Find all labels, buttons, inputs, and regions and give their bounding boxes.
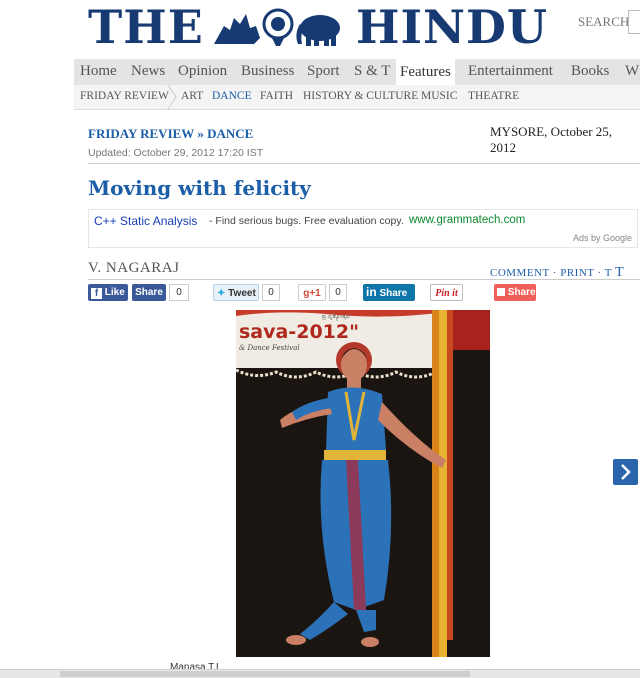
- nav-item-books[interactable]: Books: [571, 63, 609, 80]
- google-ad: C++ Static Analysis - Find serious bugs.…: [88, 209, 638, 248]
- scrollbar-thumb[interactable]: [60, 671, 470, 677]
- font-decrease-button[interactable]: T: [605, 267, 612, 279]
- linkedin-in-icon: in: [366, 285, 377, 299]
- google-plus-one-button[interactable]: g+1: [298, 284, 326, 301]
- breadcrumb-section-link[interactable]: FRIDAY REVIEW: [88, 126, 194, 141]
- masthead-logo[interactable]: THE HINDU: [88, 2, 558, 54]
- dancer-photo-illustration: sava-2012" ಪ್ರ ನೃತ್ಯೋತ್ಸವ & Dance Festiv…: [236, 310, 490, 657]
- banner-script-text: ಪ್ರ ನೃತ್ಯೋತ್ಸವ: [322, 313, 350, 321]
- masthead-word-left: THE: [88, 0, 204, 54]
- banner-subtitle-text: & Dance Festival: [239, 344, 300, 352]
- google-plus-count: 0: [329, 284, 347, 301]
- crest-emblem-icon: [214, 8, 340, 46]
- divider: [88, 279, 640, 280]
- nav-item-sport[interactable]: Sport: [307, 63, 340, 80]
- byline-author[interactable]: V. NAGARAJ: [88, 260, 179, 277]
- breadcrumb-subsection-link[interactable]: DANCE: [207, 126, 253, 141]
- subnav-item-friday-review[interactable]: FRIDAY REVIEW: [80, 90, 169, 102]
- next-article-button[interactable]: [613, 459, 638, 485]
- nav-item-business[interactable]: Business: [241, 63, 294, 80]
- nav-item-news[interactable]: News: [131, 63, 165, 80]
- facebook-like-button[interactable]: f Like: [88, 284, 128, 301]
- search-label: SEARCH: [578, 14, 630, 29]
- facebook-share-count: 0: [169, 284, 189, 301]
- subnav-item-faith[interactable]: FAITH: [260, 90, 293, 102]
- secondary-nav: FRIDAY REVIEW ART DANCE FAITH HISTORY & …: [74, 85, 640, 110]
- facebook-icon: f: [91, 288, 102, 299]
- addthis-share-button[interactable]: Share: [494, 284, 536, 301]
- primary-nav: Home News Opinion Business Sport S & T F…: [74, 59, 640, 85]
- twitter-bird-icon: ✦: [217, 288, 226, 299]
- breadcrumb-separator: »: [197, 126, 204, 141]
- dateline: MYSORE, October 25, 2012: [490, 124, 613, 155]
- ad-text: - Find serious bugs. Free evaluation cop…: [209, 215, 404, 227]
- ad-title-link[interactable]: C++ Static Analysis: [94, 214, 197, 228]
- share-icon: [497, 288, 505, 296]
- subnav-item-dance[interactable]: DANCE: [212, 90, 252, 102]
- masthead-word-right: HINDU: [356, 0, 549, 54]
- linkedin-share-button[interactable]: in Share: [363, 284, 415, 301]
- ads-by-google-link[interactable]: Ads by Google: [573, 233, 632, 243]
- pinterest-pin-it-button[interactable]: Pin it: [430, 284, 463, 301]
- nav-item-sci-tech[interactable]: S & T: [354, 63, 390, 80]
- tools-separator: ·: [552, 267, 557, 279]
- ad-url-link[interactable]: www.grammatech.com: [409, 214, 525, 226]
- nav-item-features[interactable]: Features: [396, 59, 455, 85]
- subnav-item-music[interactable]: MUSIC: [421, 90, 457, 102]
- breadcrumb: FRIDAY REVIEW » DANCE: [88, 126, 253, 142]
- tweet-count: 0: [262, 284, 280, 301]
- tools-separator: ·: [597, 267, 602, 279]
- subnav-item-art[interactable]: ART: [181, 90, 203, 102]
- search-input[interactable]: [628, 10, 640, 34]
- print-link[interactable]: PRINT: [560, 267, 594, 279]
- nav-item-entertainment[interactable]: Entertainment: [468, 63, 553, 80]
- breadcrumb-chevron-icon: [167, 85, 177, 109]
- nav-item-more[interactable]: W: [625, 63, 639, 80]
- page-title: Moving with felicity: [88, 176, 311, 200]
- nav-item-opinion[interactable]: Opinion: [178, 63, 227, 80]
- comment-link[interactable]: COMMENT: [490, 267, 550, 279]
- divider: [88, 163, 640, 164]
- subnav-item-theatre[interactable]: THEATRE: [468, 90, 519, 102]
- subnav-item-history-culture[interactable]: HISTORY & CULTURE: [303, 90, 418, 102]
- article-photo[interactable]: sava-2012" ಪ್ರ ನೃತ್ಯೋತ್ಸವ & Dance Festiv…: [236, 310, 490, 657]
- updated-timestamp: Updated: October 29, 2012 17:20 IST: [88, 147, 264, 159]
- facebook-share-button[interactable]: Share: [132, 284, 166, 301]
- tweet-button[interactable]: ✦ Tweet: [213, 284, 259, 301]
- nav-item-home[interactable]: Home: [80, 63, 117, 80]
- banner-title-text: sava-2012": [239, 321, 359, 343]
- chevron-right-icon: [621, 464, 631, 480]
- font-increase-button[interactable]: T: [615, 265, 624, 280]
